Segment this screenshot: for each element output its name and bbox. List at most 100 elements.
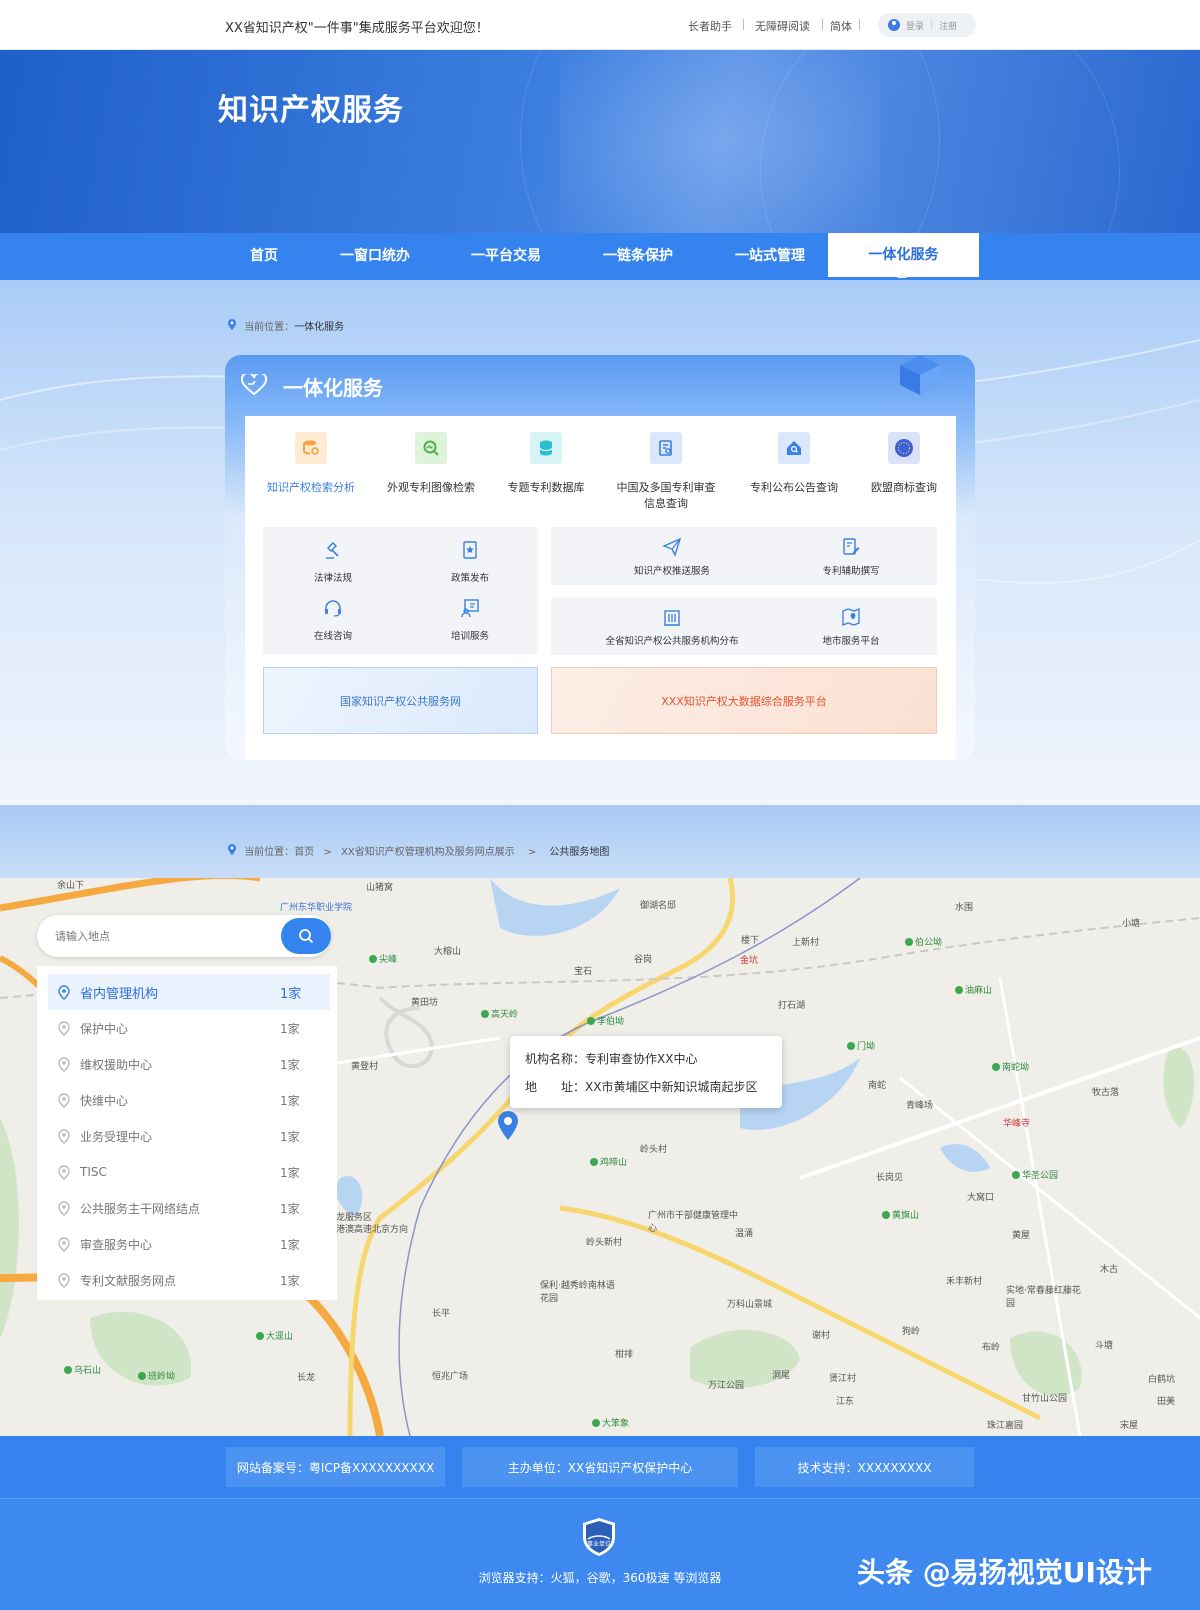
quick-design-image-search[interactable]: 外观专利图像检索 [373, 432, 489, 512]
map-label: 斗塘 [1095, 1341, 1114, 1351]
map-label: 楼下 [741, 936, 760, 946]
service-training[interactable]: 培训服务 [430, 598, 510, 646]
simplified-chinese-link[interactable]: 简体 [830, 18, 852, 34]
service-ip-push[interactable]: 知识产权推送服务 [612, 537, 732, 579]
breadcrumb: 当前位置：一体化服务 [227, 318, 344, 333]
map-label: 金坑 [740, 956, 759, 966]
map-label: 江东 [836, 1397, 855, 1407]
map-label: 实地·常春藤红藤花园 [1006, 1286, 1081, 1309]
map-section-header [0, 805, 1200, 878]
service-label: 地市服务平台 [822, 636, 880, 647]
banner-label: XXX知识产权大数据综合服务平台 [661, 694, 827, 708]
category-count: 1家 [280, 1201, 300, 1216]
accessibility-link[interactable]: 无障碍阅读 [755, 18, 810, 34]
category-item[interactable]: TISC 1家 [48, 1154, 330, 1190]
service-patent-writing[interactable]: 专利辅助撰写 [791, 537, 911, 579]
cube-decor [900, 355, 940, 395]
national-ip-service-banner[interactable]: 国家知识产权公共服务网 [263, 667, 538, 734]
category-item[interactable]: 审查服务中心 1家 [48, 1226, 330, 1262]
popup-name-row: 机构名称：专利审查协作XX中心 [525, 1050, 697, 1067]
organizer-info: 主办单位：XX省知识产权保护中心 [462, 1447, 738, 1487]
category-item[interactable]: 维权援助中心 1家 [48, 1046, 330, 1082]
policy-doc-icon [463, 541, 477, 559]
tech-support-info: 技术支持：XXXXXXXXX [755, 1447, 974, 1487]
quick-ip-search-analysis[interactable]: 知识产权检索分析 [253, 432, 369, 512]
quick-patent-gazette[interactable]: 专利公布公告查询 [736, 432, 852, 512]
quick-topic-patent-db[interactable]: 专题专利数据库 [488, 432, 604, 512]
category-item[interactable]: 快维中心 1家 [48, 1082, 330, 1118]
category-item[interactable]: 省内管理机构 1家 [48, 974, 330, 1010]
breadcrumb-current: 一体化服务 [294, 322, 345, 333]
breadcrumb-home[interactable]: 首页 [294, 847, 314, 858]
nav-home[interactable]: 首页 [228, 233, 300, 280]
map-label: 布岭 [982, 1343, 1001, 1353]
map-poi: 李伯坳 [587, 1014, 624, 1027]
category-name: 省内管理机构 [80, 986, 159, 1002]
service-policy[interactable]: 政策发布 [430, 540, 510, 588]
map-label: 洞尾 [772, 1371, 791, 1381]
map-poi: 大笨象 [592, 1416, 629, 1429]
map-label: 余山下 [57, 881, 85, 891]
map-label: 港澳高速北京方向 [336, 1225, 409, 1235]
elderly-assist-link[interactable]: 长者助手 [688, 18, 732, 34]
category-item[interactable]: 公共服务主干网络结点 1家 [48, 1190, 330, 1226]
map-label: 上新村 [792, 938, 820, 948]
divider [859, 19, 860, 30]
category-item[interactable]: 专利文献服务网点 1家 [48, 1262, 330, 1298]
location-marker-icon[interactable] [496, 1110, 520, 1142]
service-institution-distribution[interactable]: 全省知识产权公共服务机构分布 [592, 607, 752, 649]
divider: | [930, 20, 934, 30]
location-search-input[interactable] [55, 926, 255, 946]
breadcrumb-map: 当前位置：首页 > XX省知识产权管理机构及服务网点展示 > 公共服务地图 [227, 843, 609, 858]
institution-badge[interactable]: 事业单位 [581, 1517, 617, 1557]
service-online-consult[interactable]: 在线咨询 [293, 598, 373, 646]
location-pin-icon [58, 1200, 70, 1216]
database-icon [530, 432, 562, 464]
category-item[interactable]: 业务受理中心 1家 [48, 1118, 330, 1154]
nav-integrated-service[interactable]: 一体化服务 [828, 233, 979, 277]
service-laws[interactable]: 法律法规 [293, 540, 373, 588]
category-name: 维权援助中心 [80, 1057, 153, 1072]
login-link[interactable]: 登录 [906, 19, 924, 32]
tech-support-text: 技术支持：XXXXXXXXX [797, 1460, 932, 1475]
nav-one-platform[interactable]: 一平台交易 [456, 233, 556, 280]
nav-one-window[interactable]: 一窗口统办 [325, 233, 425, 280]
service-city-platform[interactable]: 地市服务平台 [791, 607, 911, 649]
gavel-icon [326, 542, 339, 559]
register-link[interactable]: 注册 [939, 19, 957, 32]
map-poi: 高天岭 [481, 1007, 518, 1020]
popup-address-row: 地 址：XX市黄埔区中新知识城南起步区 [525, 1078, 757, 1095]
headset-icon [325, 600, 341, 617]
institution-popup [510, 1036, 782, 1108]
category-count: 1家 [280, 1165, 300, 1180]
breadcrumb-institutions[interactable]: XX省知识产权管理机构及服务网点展示 [341, 847, 515, 858]
map-label: 谷岗 [634, 955, 653, 965]
service-label: 政策发布 [450, 573, 489, 584]
popup-name-label: 机构名称： [525, 1052, 586, 1066]
location-pin-icon [58, 984, 70, 1000]
map-label: 打石湖 [778, 1001, 806, 1011]
search-button[interactable] [281, 918, 331, 954]
category-item[interactable]: 保护中心 1家 [48, 1010, 330, 1046]
map-label: 宋屋 [1120, 1421, 1139, 1431]
map-label: 大窝口 [967, 1193, 995, 1203]
category-name: 快维中心 [80, 1093, 129, 1108]
category-name: 专利文献服务网点 [80, 1273, 177, 1288]
quick-multi-country-exam[interactable]: 中国及多国专利审查 信息查询 [608, 432, 724, 512]
quick-label: 专利公布公告查询 [750, 481, 838, 494]
nav-one-stop[interactable]: 一站式管理 [720, 233, 820, 280]
welcome-text: XX省知识产权"一件事"集成服务平台欢迎您！ [225, 21, 489, 36]
quick-eu-trademark[interactable]: 欧盟商标查询 [846, 432, 962, 512]
map-label: 小塘 [1122, 919, 1141, 929]
popup-address-value: XX市黄埔区中新知识城南起步区 [585, 1080, 758, 1094]
bigdata-platform-banner[interactable]: XXX知识产权大数据综合服务平台 [551, 667, 937, 734]
category-name: 业务受理中心 [80, 1129, 153, 1144]
top-bar [0, 0, 1200, 50]
breadcrumb-sep: > [323, 847, 332, 858]
service-label: 全省知识产权公共服务机构分布 [605, 636, 739, 647]
map-label: 长平 [432, 1309, 451, 1319]
category-count: 1家 [280, 1093, 300, 1108]
hero-title: 知识产权服务 [218, 93, 404, 128]
map-poi: 门坳 [847, 1039, 875, 1052]
nav-one-chain[interactable]: 一链条保护 [588, 233, 688, 280]
